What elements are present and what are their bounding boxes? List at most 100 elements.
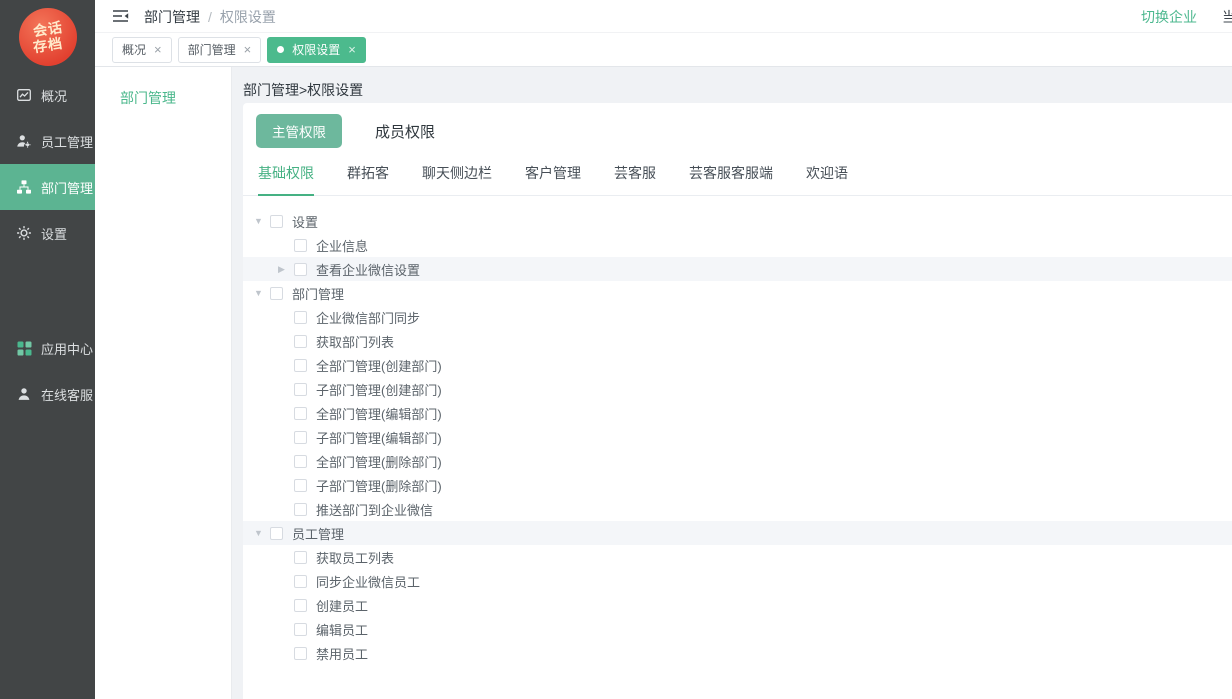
role-tabs: 主管权限 成员权限 xyxy=(243,103,1232,148)
settings-icon xyxy=(16,225,32,241)
checkbox[interactable] xyxy=(294,599,307,612)
tree-row[interactable]: 获取员工列表 xyxy=(243,545,1232,569)
tree-row[interactable]: 全部门管理(创建部门) xyxy=(243,353,1232,377)
switch-company-link[interactable]: 切换企业 xyxy=(1141,7,1197,27)
checkbox[interactable] xyxy=(294,455,307,468)
sidebar-item-概况[interactable]: 概况 xyxy=(0,72,95,118)
department-icon xyxy=(16,179,32,195)
checkbox[interactable] xyxy=(294,263,307,276)
checkbox[interactable] xyxy=(294,503,307,516)
close-tab-icon[interactable]: × xyxy=(348,43,356,56)
menu-spacer xyxy=(0,256,95,325)
page-title: 部门管理>权限设置 xyxy=(232,67,1232,100)
permission-card: 主管权限 成员权限 基础权限 群拓客 聊天侧边栏 客户管理 芸客服 芸客服客服端 欢迎语 ▼ 设… xyxy=(243,103,1232,699)
main-content: 部门管理>权限设置 主管权限 成员权限 基础权限 群拓客 聊天侧边栏 客户管理 芸客服 芸客… xyxy=(232,67,1232,699)
perm-tab-群拓客[interactable]: 群拓客 xyxy=(347,163,389,195)
tree-row[interactable]: ▼员工管理 xyxy=(243,521,1232,545)
checkbox[interactable] xyxy=(294,311,307,324)
checkbox[interactable] xyxy=(270,215,283,228)
tree-node-label: 子部门管理(编辑部门) xyxy=(316,428,442,447)
tree-node-label: 设置 xyxy=(292,212,318,231)
tree-row[interactable]: 推送部门到企业微信 xyxy=(243,497,1232,521)
tree-row[interactable]: 获取部门列表 xyxy=(243,329,1232,353)
sub-sidebar-item-部门管理[interactable]: 部门管理 xyxy=(95,88,231,108)
tree-node-label: 编辑员工 xyxy=(316,620,368,639)
checkbox[interactable] xyxy=(294,239,307,252)
sub-sidebar: 部门管理 xyxy=(95,67,232,699)
sidebar-item-应用中心[interactable]: 应用中心 xyxy=(0,325,95,371)
tree-node-label: 企业信息 xyxy=(316,236,368,255)
perm-tab-欢迎语[interactable]: 欢迎语 xyxy=(806,163,848,195)
checkbox[interactable] xyxy=(294,383,307,396)
checkbox[interactable] xyxy=(270,527,283,540)
checkbox[interactable] xyxy=(270,287,283,300)
perm-tab-芸客服[interactable]: 芸客服 xyxy=(614,163,656,195)
close-tab-icon[interactable]: × xyxy=(154,43,162,56)
breadcrumb-root[interactable]: 部门管理 xyxy=(144,7,200,27)
tree-row[interactable]: 同步企业微信员工 xyxy=(243,569,1232,593)
sidebar-item-label: 员工管理 xyxy=(41,132,93,151)
tree-node-label: 禁用员工 xyxy=(316,644,368,663)
collapse-sidebar-icon[interactable] xyxy=(112,9,129,28)
tree-row[interactable]: 全部门管理(编辑部门) xyxy=(243,401,1232,425)
caret-down-icon[interactable]: ▼ xyxy=(254,528,270,538)
caret-down-icon[interactable]: ▼ xyxy=(254,216,270,226)
tree-row[interactable]: 企业信息 xyxy=(243,233,1232,257)
tree-node-label: 企业微信部门同步 xyxy=(316,308,420,327)
tree-row[interactable]: 禁用员工 xyxy=(243,641,1232,665)
app-logo[interactable]: 会话 存档 xyxy=(19,8,77,66)
caret-down-icon[interactable]: ▼ xyxy=(254,288,270,298)
checkbox[interactable] xyxy=(294,335,307,348)
sidebar-item-部门管理[interactable]: 部门管理 xyxy=(0,164,95,210)
page-tab-权限设置[interactable]: 权限设置× xyxy=(267,37,366,63)
sidebar-item-label: 概况 xyxy=(41,86,67,105)
tree-node-label: 部门管理 xyxy=(292,284,344,303)
checkbox[interactable] xyxy=(294,407,307,420)
tree-node-label: 获取部门列表 xyxy=(316,332,394,351)
active-tab-dot xyxy=(277,46,284,53)
page-tab-部门管理[interactable]: 部门管理× xyxy=(178,37,262,63)
sidebar-menu: 概况员工管理部门管理设置应用中心在线客服 xyxy=(0,72,95,417)
tree-row[interactable]: ▼ 部门管理 xyxy=(243,281,1232,305)
perm-tab-芸客服客服端[interactable]: 芸客服客服端 xyxy=(689,163,773,195)
tree-row[interactable]: 全部门管理(删除部门) xyxy=(243,449,1232,473)
sidebar-item-在线客服[interactable]: 在线客服 xyxy=(0,371,95,417)
checkbox[interactable] xyxy=(294,647,307,660)
checkbox[interactable] xyxy=(294,575,307,588)
tree-row[interactable]: 子部门管理(创建部门) xyxy=(243,377,1232,401)
tree-row[interactable]: 子部门管理(编辑部门) xyxy=(243,425,1232,449)
sidebar-item-label: 应用中心 xyxy=(41,339,93,358)
sidebar-item-label: 在线客服 xyxy=(41,385,93,404)
tree-row[interactable]: ▶查看企业微信设置 xyxy=(243,257,1232,281)
sidebar-item-员工管理[interactable]: 员工管理 xyxy=(0,118,95,164)
close-tab-icon[interactable]: × xyxy=(244,43,252,56)
tree-row[interactable]: 企业微信部门同步 xyxy=(243,305,1232,329)
tree-node-label: 全部门管理(创建部门) xyxy=(316,356,442,375)
tree-node-label: 同步企业微信员工 xyxy=(316,572,420,591)
breadcrumb-separator: / xyxy=(208,9,212,25)
tree-row[interactable]: 编辑员工 xyxy=(243,617,1232,641)
page-tabs: 概况×部门管理×权限设置× xyxy=(95,33,1232,67)
tree-row[interactable]: 子部门管理(删除部门) xyxy=(243,473,1232,497)
role-tab-主管权限[interactable]: 主管权限 xyxy=(256,114,342,148)
checkbox[interactable] xyxy=(294,431,307,444)
perm-tab-聊天侧边栏[interactable]: 聊天侧边栏 xyxy=(422,163,492,195)
tree-row[interactable]: ▼ 设置 xyxy=(243,209,1232,233)
page-tab-概况[interactable]: 概况 × xyxy=(112,37,172,63)
checkbox[interactable] xyxy=(294,551,307,564)
caret-right-icon[interactable]: ▶ xyxy=(278,264,294,275)
tree-node-label: 子部门管理(删除部门) xyxy=(316,476,442,495)
chart-icon xyxy=(16,87,32,103)
page-tab-label: 概况 xyxy=(122,41,146,58)
tree-row[interactable]: 创建员工 xyxy=(243,593,1232,617)
top-header: 部门管理 / 权限设置 切换企业 当 xyxy=(95,0,1232,33)
logo-text-line2: 存档 xyxy=(31,35,63,55)
checkbox[interactable] xyxy=(294,359,307,372)
clipped-text: 当 xyxy=(1222,7,1232,27)
perm-tab-客户管理[interactable]: 客户管理 xyxy=(525,163,581,195)
checkbox[interactable] xyxy=(294,623,307,636)
perm-tab-基础权限[interactable]: 基础权限 xyxy=(258,163,314,196)
sidebar-item-设置[interactable]: 设置 xyxy=(0,210,95,256)
role-tab-成员权限[interactable]: 成员权限 xyxy=(375,121,435,142)
checkbox[interactable] xyxy=(294,479,307,492)
